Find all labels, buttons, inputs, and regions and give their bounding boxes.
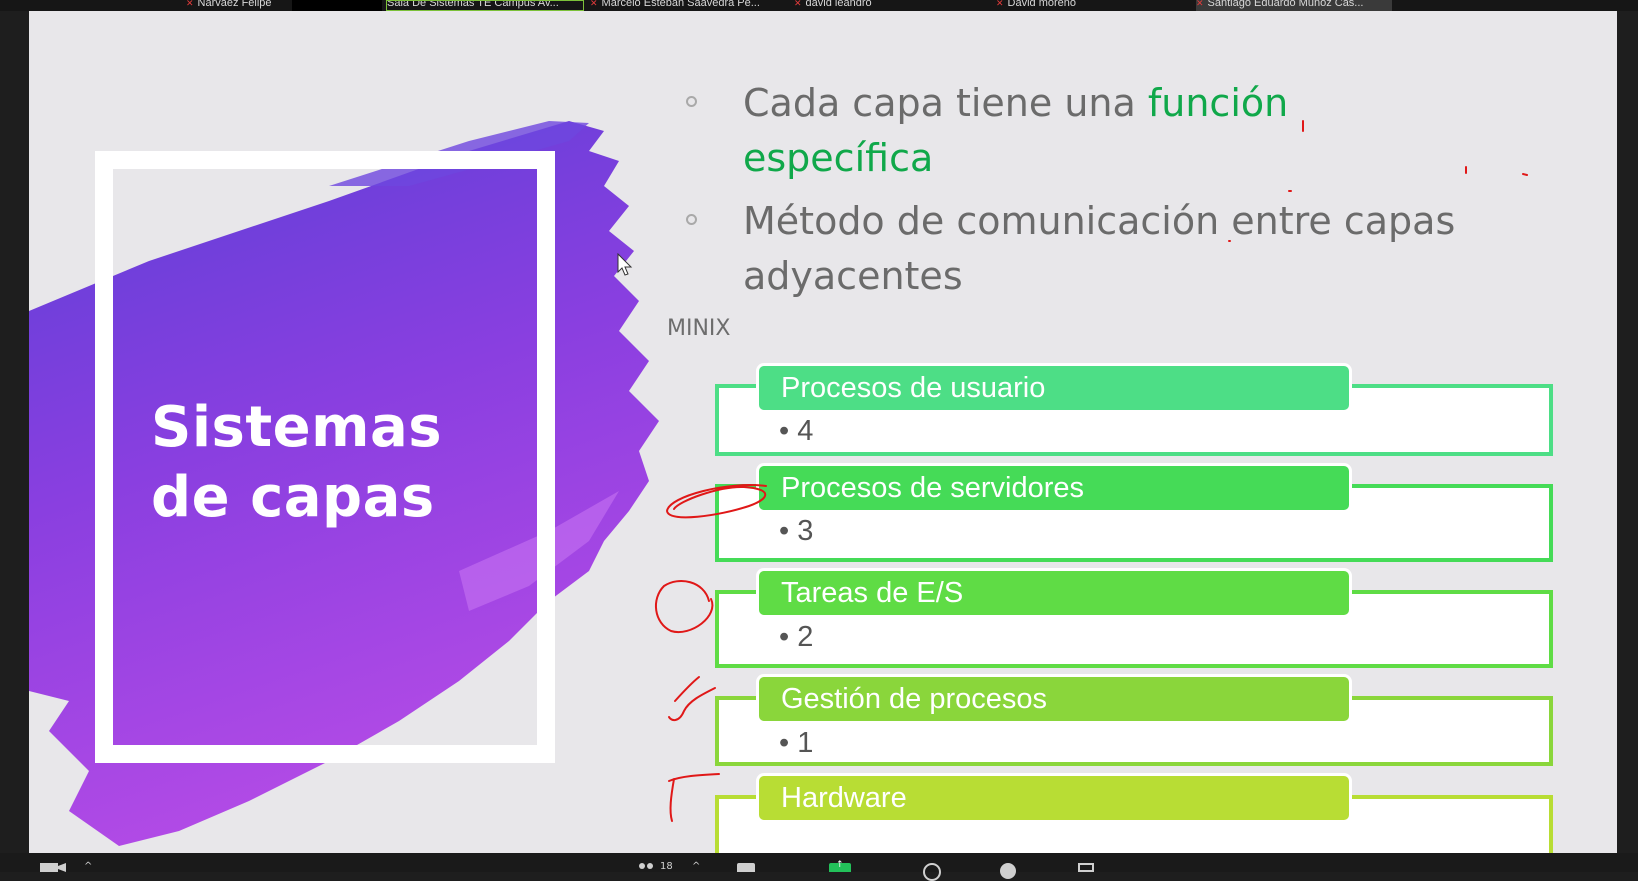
video-options-chevron-icon[interactable]: ^: [84, 861, 92, 872]
participant-tab-active[interactable]: Sala De Sistemas TE Campus Av...: [386, 0, 584, 11]
mic-muted-icon: ✕: [794, 0, 802, 8]
chat-icon[interactable]: [737, 863, 755, 872]
layer-value-io: • 2: [779, 621, 814, 653]
bullet-2-line2: adyacentes: [743, 254, 963, 298]
bullet-2-line1: Método de comunicación entre capas: [743, 199, 1456, 243]
slide-title-line2: de capas: [151, 465, 435, 530]
layer-header-servers: Procesos de servidores: [756, 463, 1352, 513]
layer-value-servers: • 3: [779, 515, 814, 547]
mic-muted-icon: ✕: [1196, 0, 1204, 8]
shared-slide: Sistemas de capas Cada capa tiene una fu…: [29, 11, 1617, 853]
video-camera-icon[interactable]: [40, 863, 66, 872]
bullet-circle-icon: [686, 96, 697, 107]
layer-header-hardware: Hardware: [756, 773, 1352, 823]
meeting-toolbar: ^ 18 ^ ↑: [0, 853, 1638, 881]
layer-value-process-mgmt: • 1: [779, 727, 814, 759]
layer-value-user: • 4: [779, 415, 814, 447]
record-icon[interactable]: [923, 863, 941, 881]
slide-title-line1: Sistemas: [151, 395, 443, 460]
mic-muted-icon: ✕: [590, 0, 598, 8]
mouse-pointer-icon: [617, 253, 633, 276]
participant-tab[interactable]: ✕ david leandro: [794, 0, 990, 11]
apps-icon[interactable]: [1078, 863, 1094, 872]
mic-muted-icon: ✕: [186, 0, 194, 8]
participant-strip: ✕ Narvaez Felipe Sala De Sistemas TE Camp…: [0, 0, 1638, 11]
participants-count: 18: [660, 861, 673, 872]
participant-name: Santiago Eduardo Muñoz Cas...: [1207, 0, 1364, 9]
layer-header-io: Tareas de E/S: [756, 568, 1352, 618]
participant-name: Narvaez Felipe: [197, 0, 272, 9]
bullet-1-highlight: función: [1147, 81, 1289, 125]
participant-tab[interactable]: ✕ Narvaez Felipe: [186, 0, 286, 11]
participant-name: Sala De Sistemas TE Campus Av...: [387, 0, 559, 9]
minix-label: MINIX: [667, 316, 731, 341]
mic-muted-icon: ✕: [996, 0, 1004, 8]
participant-tab[interactable]: ✕ Santiago Eduardo Muñoz Cas...: [1196, 0, 1392, 11]
participants-icon[interactable]: [637, 863, 657, 872]
slide-title: Sistemas de capas: [151, 393, 442, 533]
layer-header-process-mgmt: Gestión de procesos: [756, 674, 1352, 724]
participant-tab[interactable]: ✕ David moreno: [996, 0, 1192, 11]
participants-chevron-icon[interactable]: ^: [692, 861, 700, 872]
participant-video-thumb[interactable]: [292, 0, 382, 11]
share-screen-icon[interactable]: ↑: [829, 860, 851, 872]
participant-name: David moreno: [1007, 0, 1077, 9]
reactions-icon[interactable]: [1000, 863, 1016, 879]
bullet-1: Cada capa tiene una función específica: [743, 76, 1288, 186]
participant-name: Marcelo Esteban Saavedra Pe...: [601, 0, 760, 9]
bullet-2: Método de comunicación entre capas adyac…: [743, 194, 1455, 304]
bullet-1-highlight-cont: específica: [743, 136, 934, 180]
bullet-circle-icon: [686, 214, 697, 225]
participant-tab[interactable]: ✕ Marcelo Esteban Saavedra Pe...: [590, 0, 786, 11]
participant-name: david leandro: [805, 0, 872, 9]
bullet-1-text: Cada capa tiene una: [743, 81, 1148, 125]
layer-header-user: Procesos de usuario: [756, 363, 1352, 413]
